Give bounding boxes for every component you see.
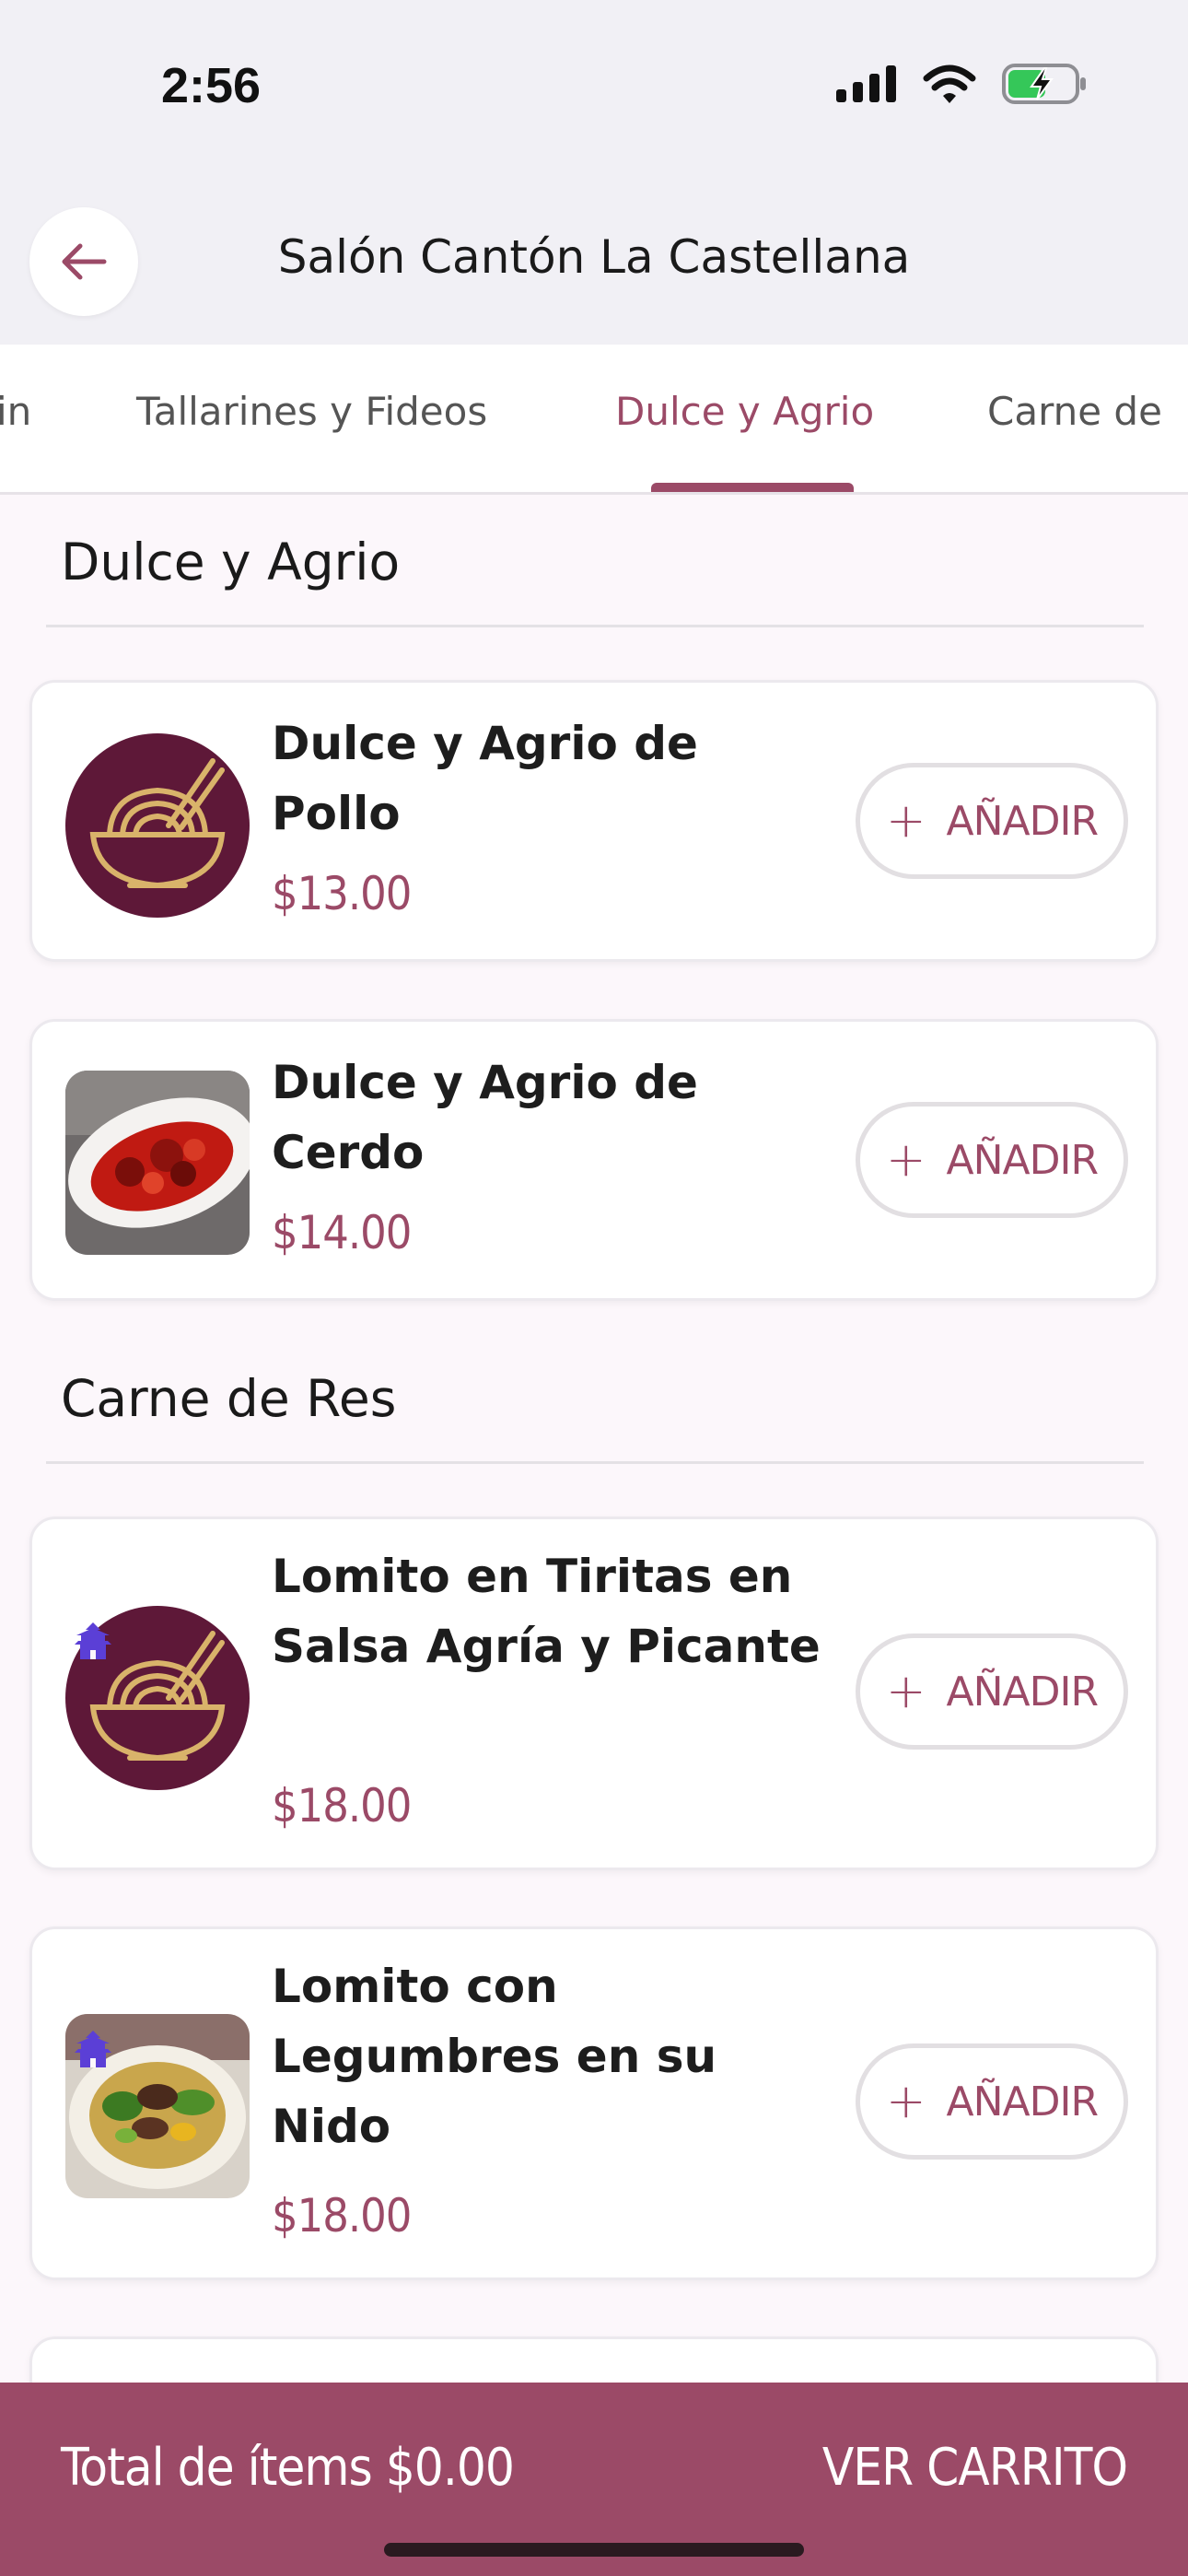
category-tabs: in Tallarines y Fideos Dulce y Agrio Car… bbox=[0, 345, 1188, 495]
add-button[interactable]: + AÑADIR bbox=[856, 763, 1128, 879]
status-time: 2:56 bbox=[161, 58, 262, 113]
add-button[interactable]: + AÑADIR bbox=[856, 1633, 1128, 1750]
section-title: Carne de Res bbox=[61, 1369, 397, 1428]
view-cart-button[interactable]: VER CARRITO bbox=[822, 2438, 1128, 2498]
item-price: $18.00 bbox=[272, 1779, 412, 1832]
menu-item-card[interactable]: Lomito con Legumbres en su Nido $18.00 +… bbox=[29, 1926, 1159, 2280]
active-tab-indicator bbox=[651, 483, 854, 492]
tab-dulce-y-agrio[interactable]: Dulce y Agrio bbox=[615, 389, 874, 434]
status-icons bbox=[836, 63, 1087, 105]
tab-tallarines[interactable]: Tallarines y Fideos bbox=[136, 389, 487, 434]
signal-icon bbox=[836, 65, 896, 102]
divider bbox=[46, 1461, 1144, 1464]
cart-total: Total de ítems $0.00 bbox=[61, 2438, 515, 2498]
pagoda-icon bbox=[75, 1622, 111, 1659]
divider bbox=[46, 625, 1144, 627]
menu-item-card[interactable]: Dulce y Agrio de Pollo $13.00 + AÑADIR bbox=[29, 680, 1159, 962]
menu-item-card[interactable]: Dulce y Agrio de Cerdo $14.00 + AÑADIR bbox=[29, 1019, 1159, 1301]
noodle-bowl-icon bbox=[89, 758, 226, 889]
page-title: Salón Cantón La Castellana bbox=[277, 230, 911, 284]
pagoda-icon bbox=[75, 2031, 111, 2067]
tab-previous[interactable]: in bbox=[0, 389, 31, 434]
dish-photo bbox=[65, 1071, 250, 1255]
noodle-bowl-logo bbox=[65, 733, 250, 918]
cart-bar: Total de ítems $0.00 VER CARRITO bbox=[0, 2383, 1188, 2576]
add-button-label: AÑADIR bbox=[946, 2078, 1100, 2125]
plus-icon: + bbox=[885, 2074, 926, 2129]
add-button-label: AÑADIR bbox=[946, 1668, 1100, 1715]
item-name: Lomito con Legumbres en su Nido bbox=[272, 1960, 717, 2153]
add-button-label: AÑADIR bbox=[946, 797, 1100, 845]
item-name: Dulce y Agrio de Cerdo bbox=[272, 1056, 698, 1179]
plus-icon: + bbox=[885, 1132, 926, 1188]
home-indicator bbox=[384, 2543, 804, 2557]
item-price: $18.00 bbox=[272, 2189, 412, 2242]
plus-icon: + bbox=[885, 1664, 926, 1719]
tab-carne-de-res[interactable]: Carne de bbox=[987, 389, 1162, 434]
add-button[interactable]: + AÑADIR bbox=[856, 2043, 1128, 2160]
plus-icon: + bbox=[885, 793, 926, 849]
item-name: Dulce y Agrio de Pollo bbox=[272, 717, 698, 840]
battery-icon bbox=[1002, 64, 1086, 104]
top-bar: 2:56 Salón Cantón La Castellana bbox=[0, 0, 1188, 345]
add-button[interactable]: + AÑADIR bbox=[856, 1102, 1128, 1218]
add-button-label: AÑADIR bbox=[946, 1136, 1100, 1184]
item-price: $14.00 bbox=[272, 1206, 412, 1259]
menu-item-card[interactable]: Lomito en Tiritas en Salsa Agría y Pican… bbox=[29, 1516, 1159, 1870]
section-title: Dulce y Agrio bbox=[61, 533, 401, 591]
item-price: $13.00 bbox=[272, 867, 412, 920]
wifi-icon bbox=[923, 64, 976, 103]
item-name: Lomito en Tiritas en Salsa Agría y Pican… bbox=[272, 1550, 821, 1673]
sweet-sour-pork-photo bbox=[65, 1071, 250, 1255]
